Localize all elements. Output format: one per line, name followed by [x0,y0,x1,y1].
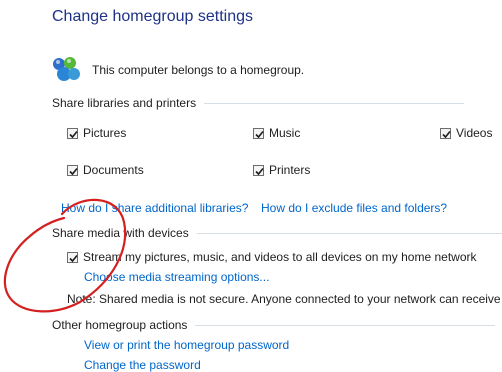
checkbox-label: Printers [269,163,311,177]
checkbox-label: Pictures [83,126,127,140]
section-heading: Share libraries and printers [52,96,197,110]
section-heading: Other homegroup actions [52,318,188,332]
section-divider [204,102,465,104]
checkbox-label: Documents [83,163,144,177]
checkbox-label: Stream my pictures, music, and videos to… [83,250,477,264]
link-view-print-password[interactable]: View or print the homegroup password [84,338,289,352]
annotation-circle [3,198,127,313]
link-change-password[interactable]: Change the password [84,358,201,372]
checkbox-checked-icon[interactable] [67,164,78,176]
homegroup-icon [50,55,82,88]
link-exclude-files[interactable]: How do I exclude files and folders? [261,201,447,215]
page-title: Change homegroup settings [52,8,254,25]
checkbox-pictures[interactable]: Pictures [67,126,126,140]
checkbox-label: Videos [456,126,493,140]
section-divider [196,232,502,234]
checkbox-checked-icon[interactable] [67,127,78,139]
checkbox-checked-icon[interactable] [253,127,264,139]
checkbox-music[interactable]: Music [253,126,300,140]
checkbox-label: Music [269,126,301,140]
checkbox-checked-icon[interactable] [253,164,264,176]
section-share-libraries: Share libraries and printers [52,96,465,110]
checkbox-printers[interactable]: Printers [253,163,310,177]
section-divider [195,324,496,326]
checkbox-checked-icon[interactable] [440,127,451,139]
membership-text: This computer belongs to a homegroup. [92,63,305,77]
checkbox-videos[interactable]: Videos [440,126,492,140]
section-other-actions: Other homegroup actions [52,318,496,332]
checkbox-documents[interactable]: Documents [67,163,144,177]
